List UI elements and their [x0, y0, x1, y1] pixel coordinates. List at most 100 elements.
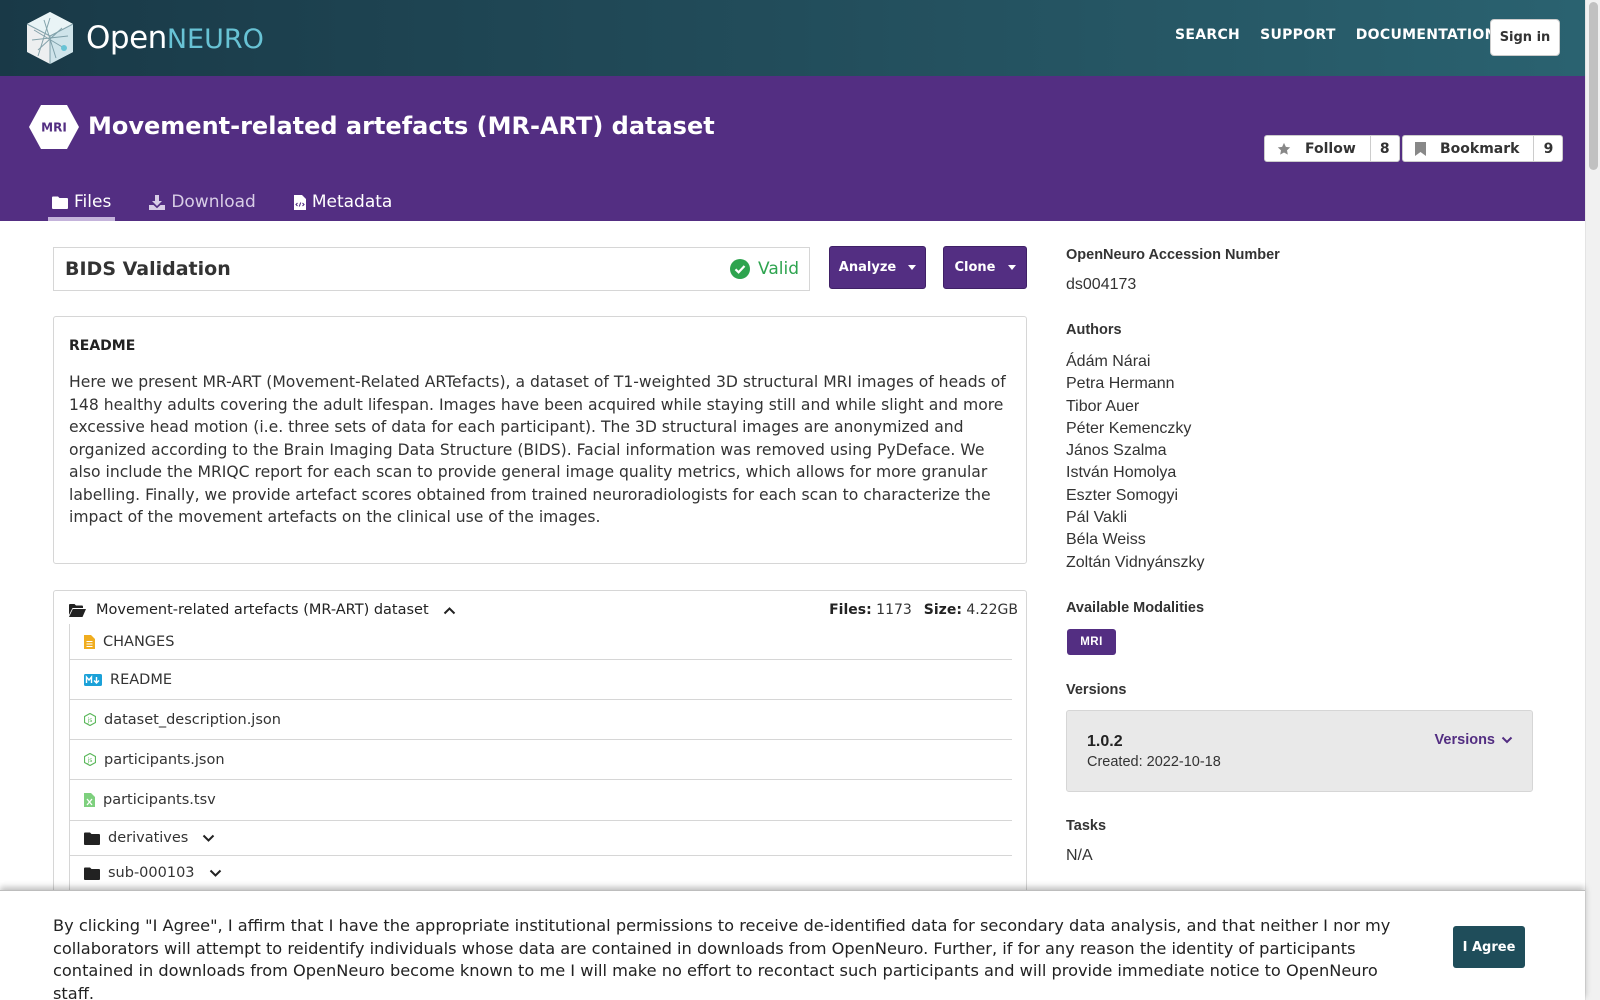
files-count: 1173 [876, 602, 912, 618]
bookmark-icon [1415, 141, 1426, 156]
check-circle-icon [730, 259, 751, 279]
tab-metadata[interactable]: Metadata [290, 184, 397, 220]
versions-dropdown-link[interactable]: Versions [1435, 732, 1513, 748]
folder-name: sub-000103 [108, 865, 195, 881]
nav-search-link[interactable]: SEARCH [1175, 27, 1240, 43]
svg-text:js: js [87, 717, 93, 724]
bids-validation-title: BIDS Validation [65, 258, 231, 280]
tab-metadata-label: Metadata [311, 192, 393, 212]
author-name: Petra Hermann [1066, 375, 1175, 393]
tab-download-label: Download [171, 192, 256, 212]
clone-dropdown-button[interactable]: Clone [943, 246, 1027, 289]
file-tree-root[interactable]: Movement-related artefacts (MR-ART) data… [69, 602, 456, 618]
file-name: README [110, 671, 172, 688]
file-code-icon [293, 194, 306, 210]
modalities-label: Available Modalities [1066, 600, 1205, 616]
files-count-label: Files: [829, 602, 872, 618]
bookmark-label: Bookmark [1440, 140, 1520, 157]
logo-cube-icon [26, 12, 74, 64]
file-text-icon [84, 634, 95, 649]
folder-open-icon [69, 603, 86, 617]
file-row-participants-tsv[interactable]: participants.tsv [70, 780, 1012, 821]
nav-support-link[interactable]: SUPPORT [1260, 27, 1336, 43]
json-file-icon: js [84, 753, 96, 766]
versions-panel: 1.0.2 Created: 2022-10-18 Versions [1066, 710, 1533, 792]
modality-badge[interactable]: MRI [1067, 629, 1116, 655]
caret-down-icon [908, 265, 917, 270]
tsv-file-icon [84, 793, 95, 807]
author-name: Eszter Somogyi [1066, 486, 1179, 504]
folder-row-sub-000103[interactable]: sub-000103 [70, 856, 1012, 891]
bids-validation-panel[interactable]: BIDS Validation Valid [53, 247, 810, 291]
file-row-dataset-description[interactable]: js dataset_description.json [70, 700, 1012, 740]
author-name: Péter Kemenczky [1066, 419, 1192, 437]
validation-status: Valid [730, 259, 799, 279]
file-tree-root-name: Movement-related artefacts (MR-ART) data… [96, 602, 429, 618]
bookmark-button[interactable]: Bookmark 9 [1402, 135, 1564, 162]
clone-label: Clone [954, 260, 996, 275]
dataset-header: MRI Movement-related artefacts (MR-ART) … [0, 76, 1585, 221]
file-name: participants.json [104, 751, 225, 768]
follow-label-wrap: Follow [1265, 136, 1371, 161]
analyze-dropdown-button[interactable]: Analyze [829, 246, 926, 289]
mri-hexagon-badge: MRI [29, 105, 79, 149]
size-label: Size: [923, 602, 962, 618]
tab-files[interactable]: Files [48, 184, 116, 221]
openneuro-logo[interactable]: OpenNEURO [24, 10, 264, 66]
folder-row-derivatives[interactable]: derivatives [70, 821, 1012, 856]
author-name: István Homolya [1066, 464, 1177, 482]
json-file-icon: js [84, 713, 96, 726]
follow-label: Follow [1305, 140, 1356, 157]
star-icon [1277, 142, 1291, 155]
markdown-icon [84, 673, 102, 686]
download-icon [149, 194, 166, 210]
file-name: participants.tsv [103, 792, 216, 808]
logo-neuro-text: NEURO [166, 24, 264, 55]
consent-text: By clicking "I Agree", I affirm that I h… [53, 916, 1391, 1000]
readme-body: Here we present MR-ART (Movement-Related… [69, 373, 1006, 526]
file-tree-panel: Movement-related artefacts (MR-ART) data… [53, 590, 1027, 920]
agree-button[interactable]: I Agree [1453, 926, 1525, 968]
page-scrollbar[interactable] [1585, 0, 1600, 1000]
size-value: 4.22GB [966, 602, 1018, 618]
file-name: dataset_description.json [104, 711, 281, 728]
file-row-participants-json[interactable]: js participants.json [70, 740, 1012, 780]
svg-text:js: js [87, 757, 93, 764]
follow-button[interactable]: Follow 8 [1264, 135, 1400, 162]
accession-label: OpenNeuro Accession Number [1066, 247, 1280, 263]
chevron-down-icon[interactable] [202, 834, 215, 843]
author-name: Zoltán Vidnyánszky [1066, 553, 1205, 571]
validation-status-text: Valid [758, 259, 799, 279]
chevron-up-icon[interactable] [443, 606, 456, 615]
main-nav: SEARCH SUPPORT DOCUMENTATION [1175, 27, 1497, 43]
mri-badge-text: MRI [41, 121, 67, 135]
author-name: Béla Weiss [1066, 531, 1146, 549]
file-row-changes[interactable]: CHANGES [70, 624, 1012, 660]
caret-down-icon [1007, 265, 1016, 270]
bookmark-label-wrap: Bookmark [1403, 136, 1535, 161]
dataset-tabs: Files Download Metadata [48, 184, 426, 221]
scrollbar-thumb[interactable] [1589, 2, 1598, 170]
authors-list: Ádám Nárai Petra Hermann Tibor Auer Péte… [1066, 351, 1204, 574]
consent-banner: By clicking "I Agree", I affirm that I h… [0, 890, 1585, 1000]
accession-number: ds004173 [1066, 276, 1137, 293]
versions-label: Versions [1066, 682, 1127, 698]
tasks-label: Tasks [1066, 818, 1107, 834]
versions-link-label: Versions [1434, 732, 1495, 748]
author-name: Ádám Nárai [1066, 353, 1151, 370]
logo-wordmark: OpenNEURO [86, 20, 264, 56]
top-navbar: OpenNEURO SEARCH SUPPORT DOCUMENTATION S… [0, 0, 1585, 76]
sign-in-button[interactable]: Sign in [1490, 19, 1560, 56]
nav-documentation-link[interactable]: DOCUMENTATION [1356, 27, 1497, 43]
analyze-label: Analyze [838, 260, 897, 275]
chevron-down-icon[interactable] [209, 869, 222, 878]
author-name: Tibor Auer [1066, 397, 1140, 415]
file-list: CHANGES README js dataset_description.js… [69, 624, 1012, 891]
logo-open-text: Open [86, 20, 167, 56]
author-name: János Szalma [1066, 442, 1167, 460]
follow-count: 8 [1379, 140, 1390, 157]
tab-download[interactable]: Download [145, 184, 260, 220]
folder-icon [84, 867, 100, 880]
file-row-readme[interactable]: README [70, 660, 1012, 700]
version-created-date: Created: 2022-10-18 [1087, 754, 1221, 770]
